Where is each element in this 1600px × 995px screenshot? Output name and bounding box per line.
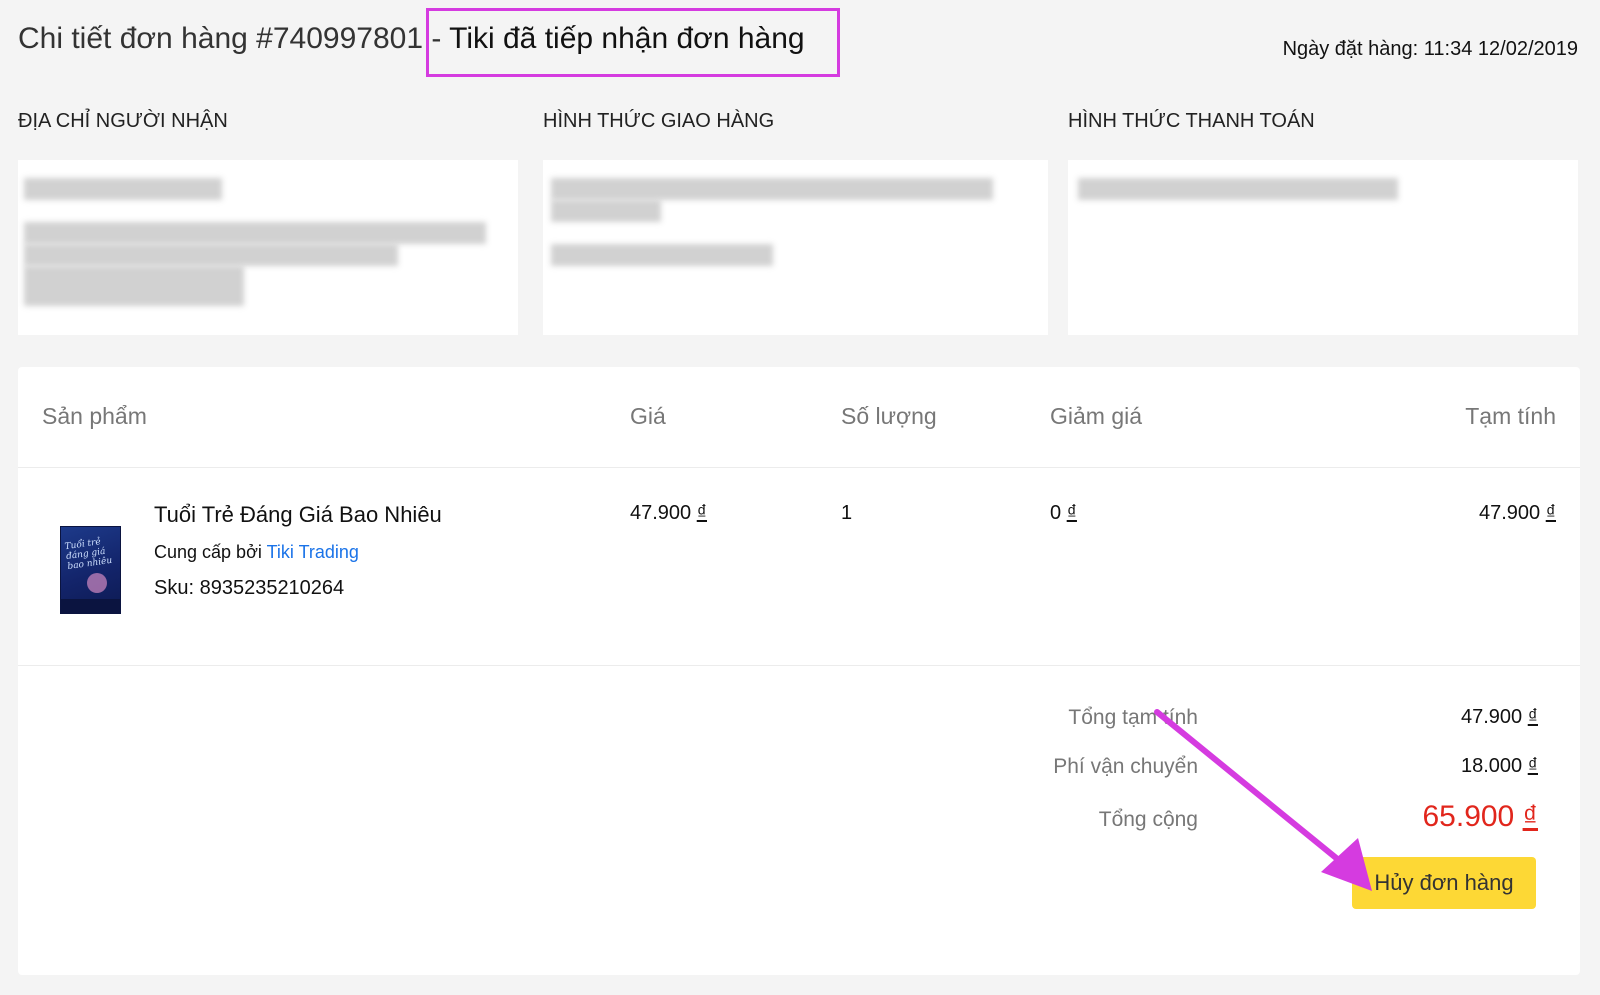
supplier-prefix: Cung cấp bởi: [154, 542, 262, 562]
redacted-text: [24, 266, 244, 306]
item-price: 47.900 ₫: [630, 502, 707, 525]
header-discount: Giảm giá: [1050, 403, 1143, 429]
supplier-link[interactable]: Tiki Trading: [267, 542, 359, 562]
currency-symbol: ₫: [1066, 502, 1077, 524]
info-cards: [18, 160, 1578, 335]
shipping-method-label: HÌNH THỨC GIAO HÀNG: [543, 110, 775, 132]
order-date: Ngày đặt hàng: 11:34 12/02/2019: [1282, 38, 1578, 60]
redacted-text: [551, 200, 661, 222]
order-header: Chi tiết đơn hàng #740997801 - Tiki đã t…: [18, 8, 1578, 80]
header-price: Giá: [630, 403, 666, 429]
subtotal-value: 47.900: [1479, 502, 1541, 524]
redacted-text: [24, 244, 398, 266]
redacted-text: [24, 178, 222, 200]
currency-symbol: ₫: [1522, 800, 1538, 833]
product-thumbnail[interactable]: Tuổi trẻ đáng giá bao nhiêu: [60, 526, 121, 614]
order-number: Chi tiết đơn hàng #740997801: [18, 22, 423, 55]
info-section-labels: ĐỊA CHỈ NGƯỜI NHẬN HÌNH THỨC GIAO HÀNG H…: [18, 110, 1578, 140]
recipient-address-label: ĐỊA CHỈ NGƯỜI NHẬN: [18, 110, 228, 132]
currency-symbol: ₫: [1527, 706, 1538, 728]
item-subtotal: 47.900 ₫: [1479, 502, 1556, 525]
header-subtotal: Tạm tính: [1465, 403, 1556, 429]
status-highlight-box: [426, 8, 840, 77]
cover-illustration: [87, 573, 107, 593]
redacted-text: [551, 178, 993, 200]
item-discount: 0 ₫: [1050, 502, 1077, 525]
grand-total-label: Tổng cộng: [1098, 808, 1198, 831]
table-header: Sản phẩm Giá Số lượng Giảm giá Tạm tính: [18, 367, 1580, 468]
cancel-order-button[interactable]: Hủy đơn hàng: [1352, 857, 1536, 909]
subtotal-label: Tổng tạm tính: [1068, 706, 1198, 729]
product-sku: Sku: 8935235210264: [154, 577, 345, 599]
header-quantity: Số lượng: [841, 403, 937, 429]
price-value: 47.900: [630, 502, 692, 524]
discount-value: 0: [1050, 502, 1062, 524]
currency-symbol: ₫: [1545, 502, 1556, 524]
recipient-address-card: [18, 160, 518, 335]
order-totals: Tổng tạm tính 47.900 ₫ Phí vận chuyển 18…: [18, 666, 1580, 975]
currency-symbol: ₫: [696, 502, 707, 524]
table-row: Tuổi trẻ đáng giá bao nhiêu Tuổi Trẻ Đán…: [18, 468, 1580, 666]
shipping-fee-amount: 18.000 ₫: [1461, 755, 1538, 778]
payment-method-card: [1068, 160, 1578, 335]
grand-total-amount: 65.900 ₫: [1422, 800, 1538, 834]
shipping-fee-value: 18.000: [1461, 755, 1523, 777]
shipping-fee-label: Phí vận chuyển: [1053, 755, 1198, 778]
redacted-text: [24, 222, 486, 244]
subtotal-total-value: 47.900: [1461, 706, 1523, 728]
redacted-text: [1078, 178, 1398, 200]
product-name[interactable]: Tuổi Trẻ Đáng Giá Bao Nhiêu: [154, 502, 442, 528]
redacted-text: [551, 244, 773, 266]
order-items-card: Sản phẩm Giá Số lượng Giảm giá Tạm tính …: [18, 367, 1580, 975]
subtotal-amount: 47.900 ₫: [1461, 706, 1538, 729]
payment-method-label: HÌNH THỨC THANH TOÁN: [1068, 110, 1315, 132]
cover-footer: [61, 599, 120, 613]
shipping-method-card: [543, 160, 1048, 335]
currency-symbol: ₫: [1527, 755, 1538, 777]
item-quantity: 1: [841, 502, 853, 524]
product-supplier: Cung cấp bởi Tiki Trading: [154, 542, 359, 563]
grand-total-value: 65.900: [1422, 800, 1515, 833]
book-cover-title: Tuổi trẻ đáng giá bao nhiêu: [64, 536, 113, 572]
header-product: Sản phẩm: [42, 403, 147, 429]
